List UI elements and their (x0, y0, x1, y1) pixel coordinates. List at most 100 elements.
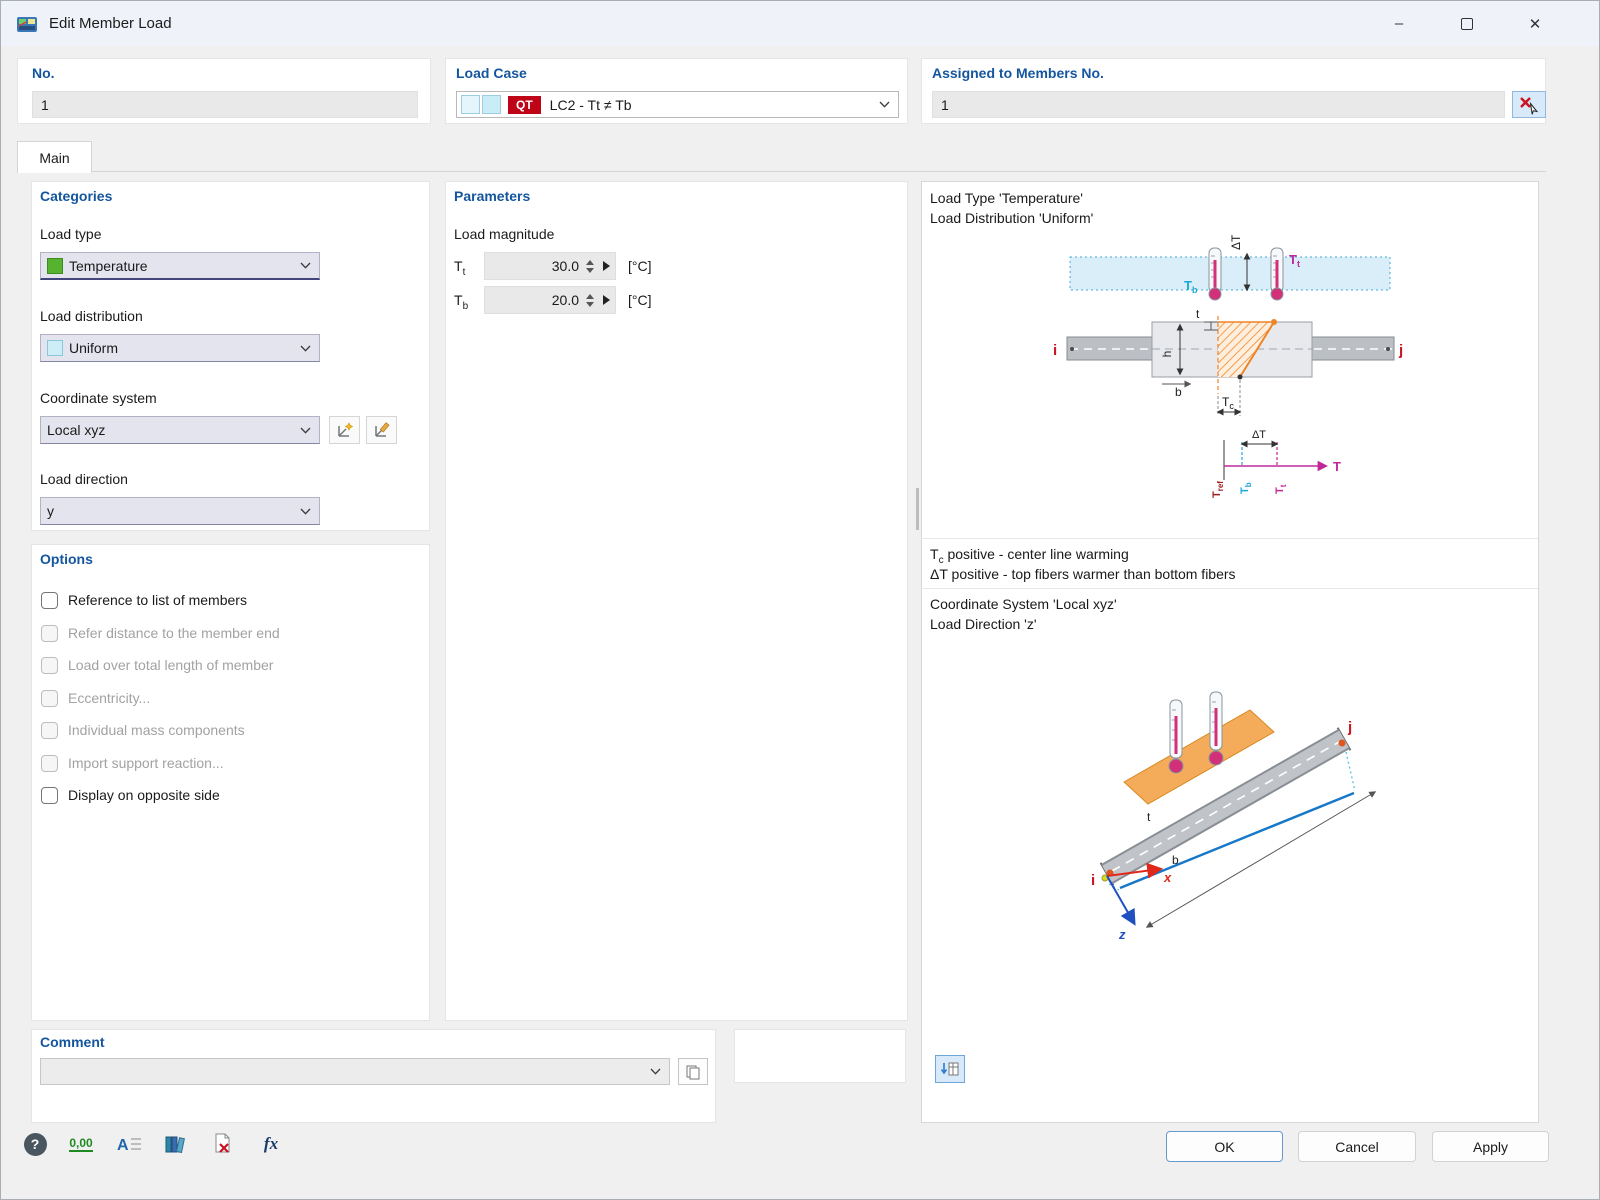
note-tc: Tc positive - center line warming (930, 546, 1129, 566)
chevron-down-icon (300, 262, 311, 269)
categories-panel: Categories Load type Temperature Load di… (31, 181, 430, 531)
checkbox (41, 754, 58, 772)
option-display-opposite-side[interactable]: Display on opposite side (41, 784, 220, 806)
categories-title: Categories (40, 188, 113, 204)
tb-axis-label: Tb (1239, 482, 1253, 494)
load-case-select[interactable]: QT LC2 - Tt ≠ Tb (456, 91, 899, 118)
tb-value[interactable]: 20.0 (485, 292, 583, 308)
note-dt: ΔT positive - top fibers warmer than bot… (930, 566, 1236, 582)
decimal-places-button[interactable]: 0,00 (63, 1128, 99, 1160)
tt-label: Tt (454, 258, 466, 278)
tt-input[interactable]: 30.0 (484, 252, 616, 280)
load-magnitude-label: Load magnitude (454, 226, 555, 242)
panel-splitter[interactable] (916, 488, 919, 530)
copy-comment-button[interactable] (678, 1058, 708, 1085)
thermometer-icon (1168, 699, 1184, 774)
preview-load-type-caption: Load Type 'Temperature' (930, 190, 1083, 206)
load-direction-select[interactable]: y (40, 497, 320, 525)
option-eccentricity: Eccentricity... (41, 687, 150, 709)
maximize-icon (1461, 17, 1473, 30)
checkbox[interactable] (41, 786, 58, 804)
checkbox[interactable] (41, 591, 58, 609)
chevron-down-icon (300, 508, 311, 515)
library-icon (165, 1136, 185, 1154)
maximize-button[interactable] (1433, 1, 1501, 46)
tt-spinner[interactable] (583, 259, 597, 273)
x-axis-label: x (1163, 870, 1172, 885)
tab-main[interactable]: Main (17, 141, 92, 173)
tb-input[interactable]: 20.0 (484, 286, 616, 314)
help-button[interactable]: ? (17, 1128, 53, 1160)
load-case-title: Load Case (456, 65, 527, 81)
dim-h-label: h (1160, 351, 1174, 358)
load-case-color-2 (482, 95, 501, 114)
tab-divider (17, 171, 1546, 172)
help-icon: ? (23, 1132, 47, 1156)
library-button[interactable] (157, 1128, 193, 1160)
thermometer-icon (1270, 247, 1284, 301)
chevron-down-icon (879, 101, 890, 108)
comment-select[interactable] (40, 1058, 670, 1085)
preview-load-distribution-caption: Load Distribution 'Uniform' (930, 210, 1094, 226)
formula-button[interactable]: fx (253, 1128, 289, 1160)
preview-divider-1 (923, 538, 1538, 539)
new-coordinate-system-button[interactable] (329, 416, 360, 444)
checkbox (41, 689, 58, 707)
load-type-swatch (47, 257, 63, 274)
checkbox (41, 624, 58, 642)
option-load-over-total-length: Load over total length of member (41, 654, 273, 676)
z-axis-label: z (1118, 927, 1126, 942)
load-distribution-select[interactable]: Uniform (40, 334, 320, 362)
coordinate-system-select[interactable]: Local xyz (40, 416, 320, 444)
minimize-button[interactable]: – (1365, 1, 1433, 46)
load-distribution-label: Load distribution (40, 308, 143, 324)
cancel-button[interactable]: Cancel (1298, 1131, 1416, 1162)
preview-coord-caption: Coordinate System 'Local xyz' (930, 596, 1117, 612)
no-input[interactable] (32, 91, 418, 118)
node-i-label: i (1053, 342, 1057, 359)
ok-button[interactable]: OK (1166, 1131, 1283, 1162)
tb-unit: [°C] (628, 292, 652, 308)
svg-text:A: A (117, 1137, 129, 1154)
tt-detail-button[interactable] (597, 261, 615, 271)
load-distribution-swatch (47, 340, 63, 356)
preview-direction-caption: Load Direction 'z' (930, 616, 1037, 632)
sync-view-button[interactable] (935, 1055, 965, 1083)
tt-diagram-label: Tt (1289, 252, 1300, 269)
tt-value[interactable]: 30.0 (485, 258, 583, 274)
node-j-label: j (1347, 719, 1352, 736)
load-case-value: LC2 - Tt ≠ Tb (549, 96, 632, 113)
comment-panel: Comment (31, 1029, 716, 1123)
load-type-value: Temperature (69, 257, 148, 274)
option-reference-to-list[interactable]: Reference to list of members (41, 589, 247, 611)
preview-panel: Load Type 'Temperature' Load Distributio… (921, 181, 1539, 1123)
sync-icon (940, 1062, 959, 1076)
coordinate-system-label: Coordinate system (40, 390, 157, 406)
load-type-select[interactable]: Temperature (40, 252, 320, 280)
edit-coordinate-system-button[interactable] (366, 416, 397, 444)
delta-t-label: ΔT (1229, 234, 1243, 250)
new-coordinate-system-icon (337, 422, 353, 437)
node-j-label: j (1398, 342, 1403, 359)
dim-t-label: t (1147, 810, 1151, 824)
assigned-members-input[interactable] (932, 91, 1505, 118)
checkbox (41, 656, 58, 674)
preview-divider-2 (923, 588, 1538, 589)
spacer-panel (734, 1029, 906, 1083)
tb-spinner[interactable] (583, 293, 597, 307)
display-settings-button[interactable]: A (111, 1128, 147, 1160)
t-axis-label: T (1333, 459, 1341, 474)
tref-label: Tref (1211, 481, 1225, 498)
edit-member-load-dialog: Edit Member Load – ✕ No. Load Case QT LC… (0, 0, 1600, 1200)
tb-detail-button[interactable] (597, 295, 615, 305)
tc-diagram-label: Tc (1222, 395, 1234, 411)
pick-members-button[interactable] (1512, 91, 1546, 118)
assigned-panel: Assigned to Members No. (921, 58, 1546, 124)
close-button[interactable]: ✕ (1501, 1, 1569, 46)
dim-b-label: b (1172, 853, 1179, 867)
delta-t-small-label: ΔT (1252, 429, 1266, 441)
window-title: Edit Member Load (49, 15, 172, 32)
parameters-title: Parameters (454, 188, 531, 204)
apply-button[interactable]: Apply (1432, 1131, 1549, 1162)
delete-load-button[interactable] (205, 1128, 241, 1160)
